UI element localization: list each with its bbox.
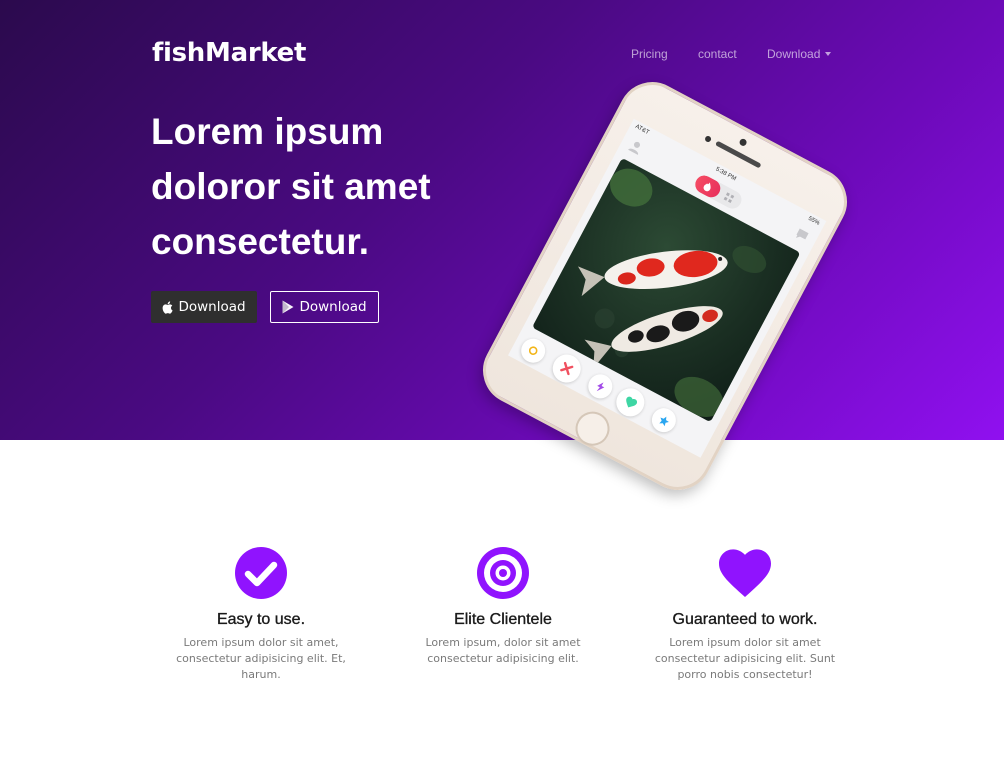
- hero-headline: Lorem ipsum doloror sit amet consectetur…: [151, 111, 431, 262]
- phone-mockup: AT&T 5:38 PM 55%: [471, 70, 859, 502]
- feature-guaranteed: Guaranteed to work. Lorem ipsum dolor si…: [635, 545, 855, 683]
- nav-dropdown-label: Download: [767, 47, 821, 61]
- user-icon: [628, 141, 640, 155]
- phone-screen: AT&T 5:38 PM 55%: [508, 118, 827, 458]
- google-play-icon: [282, 300, 294, 314]
- app-store-download-button[interactable]: Download: [151, 291, 257, 323]
- apple-icon: [163, 300, 174, 314]
- nav-dropdown-download[interactable]: Download: [767, 47, 832, 61]
- heart-icon: [719, 549, 771, 597]
- feature-description: Lorem ipsum, dolor sit amet consectetur …: [425, 636, 581, 665]
- feature-description: Lorem ipsum dolor sit amet, consectetur …: [176, 636, 346, 681]
- super-like-button[interactable]: [647, 403, 681, 437]
- feature-title: Easy to use.: [216, 611, 306, 628]
- nav-link-pricing[interactable]: Pricing: [631, 47, 668, 61]
- app-store-button-label: Download: [178, 299, 246, 315]
- phone-body: AT&T 5:38 PM 55%: [471, 70, 859, 502]
- feature-description: Lorem ipsum dolor sit amet consectetur a…: [654, 636, 836, 681]
- phone-speaker: [715, 140, 762, 169]
- chat-icon: [795, 228, 809, 240]
- google-play-download-button[interactable]: Download: [270, 291, 379, 323]
- bullseye-icon: [477, 547, 529, 599]
- grid-icon: [723, 192, 735, 204]
- feature-title: Guaranteed to work.: [672, 611, 818, 628]
- rewind-icon: [528, 346, 538, 355]
- lightning-icon: [596, 381, 605, 391]
- feature-easy-to-use: Easy to use. Lorem ipsum dolor sit amet,…: [151, 545, 371, 683]
- nope-button[interactable]: [547, 349, 586, 388]
- hero-section: fishMarket Pricing contact Download Lore…: [0, 0, 1004, 502]
- rewind-button[interactable]: [516, 334, 550, 367]
- heart-icon: [625, 396, 637, 408]
- caret-down-icon: [825, 52, 832, 56]
- phone-sensor: [703, 134, 713, 144]
- phone-home-button: [569, 405, 616, 452]
- feature-elite-clientele: Elite Clientele Lorem ipsum, dolor sit a…: [393, 545, 613, 667]
- top-nav: Pricing contact Download: [0, 47, 1004, 63]
- feature-title: Elite Clientele: [454, 611, 552, 628]
- google-play-button-label: Download: [299, 299, 367, 315]
- boost-button[interactable]: [584, 370, 617, 403]
- check-circle-icon: [235, 547, 287, 599]
- phone-camera: [738, 137, 748, 148]
- star-icon: [659, 415, 669, 426]
- like-button[interactable]: [611, 383, 650, 422]
- close-icon: [560, 361, 574, 376]
- nav-link-contact[interactable]: contact: [698, 47, 737, 61]
